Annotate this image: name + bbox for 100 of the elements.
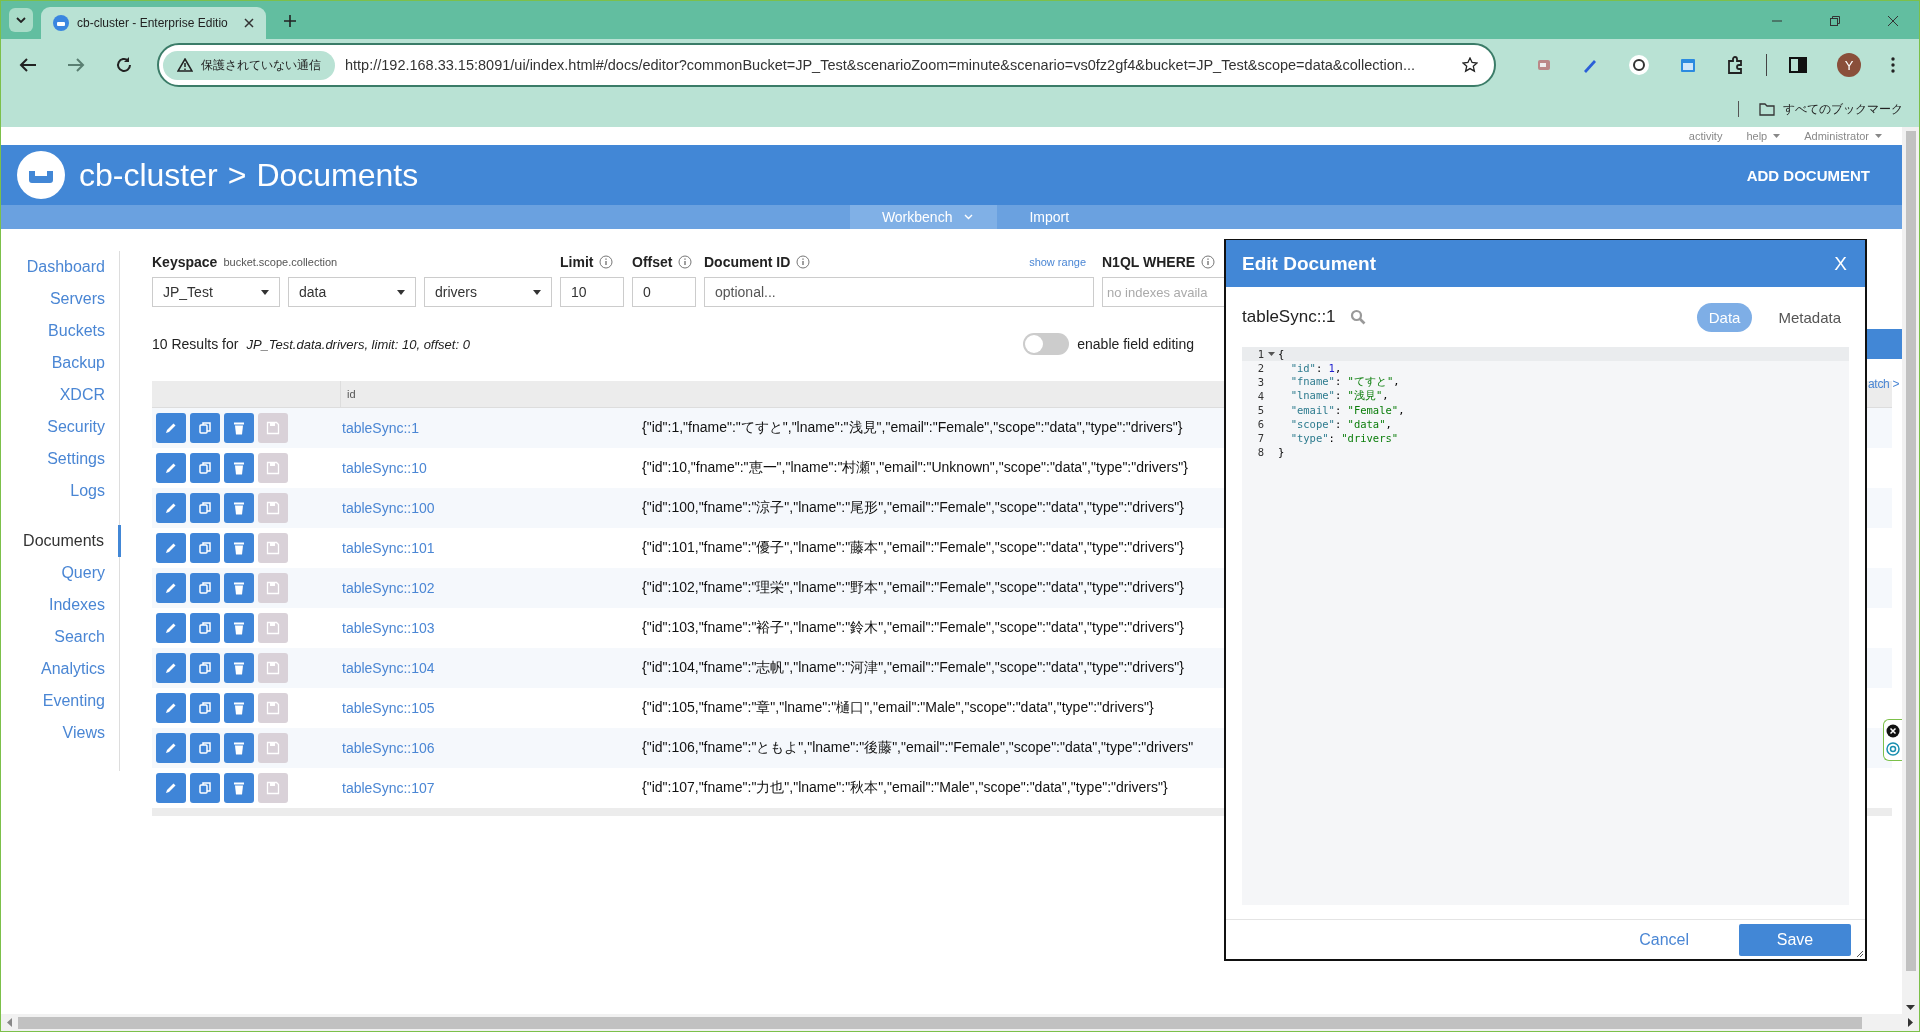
sidebar-item[interactable]: XDCR [59,379,119,411]
copy-button[interactable] [190,573,220,603]
resize-grip-icon[interactable] [1854,948,1864,958]
pen-icon[interactable] [1582,57,1598,73]
close-icon[interactable] [1887,15,1899,27]
save-button[interactable]: Save [1739,923,1851,956]
sidebar-item[interactable]: Documents [23,525,121,557]
edit-button[interactable] [156,453,186,483]
keyspace-select[interactable]: JP_Test [152,277,280,307]
sidebar-item[interactable]: Logs [70,475,119,507]
sidebar-item[interactable]: Buckets [48,315,119,347]
sidebar-item[interactable]: Views [62,717,119,749]
close-icon[interactable] [244,18,254,28]
sidebar-item[interactable]: Servers [49,283,119,315]
delete-button[interactable] [224,733,254,763]
subnav-tab[interactable]: Import [997,205,1094,229]
edit-button[interactable] [156,733,186,763]
document-id-link[interactable]: tableSync::105 [342,700,642,716]
scroll-left-arrow-icon[interactable] [7,1018,12,1027]
document-id-link[interactable]: tableSync::10 [342,460,642,476]
delete-button[interactable] [224,693,254,723]
delete-button[interactable] [224,413,254,443]
side-panel-icon[interactable] [1789,57,1807,73]
menu-icon[interactable] [1891,57,1895,73]
sidebar-item[interactable]: Query [61,557,119,589]
close-icon[interactable] [1886,724,1900,738]
delete-button[interactable] [224,533,254,563]
restore-icon[interactable] [1829,15,1841,27]
delete-button[interactable] [224,493,254,523]
info-icon[interactable] [599,255,614,269]
vertical-scrollbar[interactable] [1902,127,1919,1014]
edit-button[interactable] [156,533,186,563]
cancel-link[interactable]: Cancel [1639,930,1689,949]
circle-icon[interactable] [1886,742,1900,756]
cluster-name[interactable]: cb-cluster [79,156,218,194]
view-tab[interactable]: Data [1696,302,1753,332]
scroll-down-arrow-icon[interactable] [1906,1005,1915,1010]
fold-arrow-icon[interactable] [1267,352,1275,356]
copy-button[interactable] [190,653,220,683]
delete-button[interactable] [224,453,254,483]
document-id-link[interactable]: tableSync::103 [342,620,642,636]
browser-tab[interactable]: cb-cluster - Enterprise Editio [41,7,266,39]
document-id-link[interactable]: tableSync::107 [342,780,642,796]
info-icon[interactable] [796,255,811,269]
show-range-link[interactable]: show range [1029,256,1086,268]
code-editor[interactable]: 1 { 2 "id": 1, 3 "fname": "てすと", 4 "lname": "浅見", 5 "email": "Female", 6 "scope": "data", 7 "type": "drivers" 8 } [1242,347,1849,905]
delete-button[interactable] [224,613,254,643]
view-tab[interactable]: Metadata [1766,302,1853,332]
search-icon[interactable] [1349,309,1366,325]
document-id-link[interactable]: tableSync::101 [342,540,642,556]
info-icon[interactable] [678,255,693,269]
edit-button[interactable] [156,693,186,723]
subnav-tab[interactable]: Workbench [849,205,998,229]
keyspace-select[interactable]: data [288,277,416,307]
tab-list-button[interactable] [9,8,33,32]
sidebar-item[interactable]: Dashboard [26,251,119,283]
edit-button[interactable] [156,613,186,643]
back-icon[interactable] [19,57,37,73]
floating-widget[interactable] [1883,719,1902,761]
sidebar-item[interactable]: Backup [51,347,119,379]
sidebar-item[interactable]: Eventing [42,685,119,717]
edit-button[interactable] [156,413,186,443]
horizontal-scrollbar[interactable] [1,1014,1919,1031]
copy-button[interactable] [190,413,220,443]
limit-field[interactable]: 10 [560,277,624,307]
sidebar-item[interactable]: Analytics [40,653,119,685]
document-id-field[interactable]: optional... [704,277,1094,307]
copy-button[interactable] [190,613,220,643]
document-id-link[interactable]: tableSync::100 [342,500,642,516]
edit-button[interactable] [156,573,186,603]
puzzle-icon[interactable] [1726,56,1744,74]
new-tab-icon[interactable] [284,15,296,27]
top-menu-item[interactable]: Administrator [1804,130,1882,142]
document-id-link[interactable]: tableSync::102 [342,580,642,596]
star-icon[interactable] [1462,57,1478,73]
edit-button[interactable] [156,493,186,523]
top-menu-item[interactable]: help [1746,130,1781,142]
extension-icon[interactable] [1628,54,1650,76]
close-button[interactable]: X [1834,252,1847,275]
top-menu-item[interactable]: activity [1688,130,1723,142]
sidebar-item[interactable]: Security [47,411,119,443]
info-icon[interactable] [1201,255,1216,269]
copy-button[interactable] [190,773,220,803]
copy-button[interactable] [190,493,220,523]
scroll-right-arrow-icon[interactable] [1908,1018,1913,1027]
security-chip[interactable]: 保護されていない通信 [163,50,335,80]
offset-field[interactable]: 0 [632,277,696,307]
profile-avatar[interactable]: Y [1837,53,1861,77]
sidebar-item[interactable]: Settings [47,443,119,475]
toggle-switch[interactable] [1023,333,1070,355]
copy-button[interactable] [190,533,220,563]
delete-button[interactable] [224,773,254,803]
sidebar-item[interactable]: Search [54,621,119,653]
copy-button[interactable] [190,453,220,483]
bookmarks-folder[interactable]: すべてのブックマーク [1759,100,1903,118]
copy-button[interactable] [190,693,220,723]
edit-button[interactable] [156,773,186,803]
calendar-icon[interactable] [1680,57,1696,73]
delete-button[interactable] [224,573,254,603]
document-id-link[interactable]: tableSync::106 [342,740,642,756]
